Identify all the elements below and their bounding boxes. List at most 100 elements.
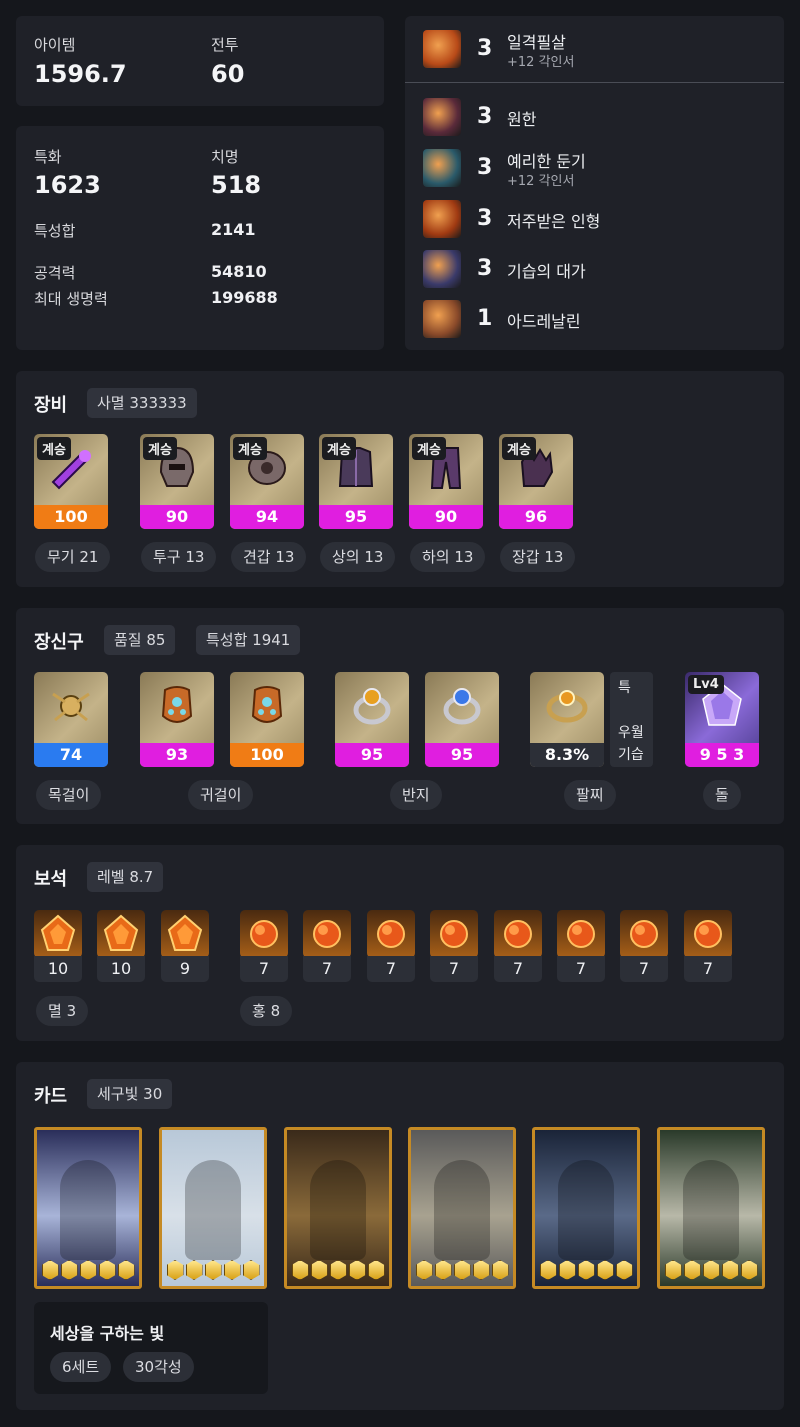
crimson-gem-icon[interactable] — [303, 910, 351, 958]
engraving-level: 3 — [477, 155, 493, 180]
awaken-gem-icon — [204, 1260, 222, 1280]
engraving-level: 3 — [477, 36, 493, 61]
accessory-slot-5[interactable]: 8.3% — [530, 672, 604, 767]
annihilation-gem-icon[interactable] — [34, 910, 82, 958]
combat-stats-card: 특화 1623 치명 518 특성합 2141 공격력 54810 최대 생명력… — [16, 126, 384, 350]
attack-value: 54810 — [211, 262, 267, 281]
equipment-slot-3[interactable]: 계승 95 — [319, 434, 393, 529]
bracelet-tag-ambush: 기습 — [618, 747, 644, 763]
equipment-slot-1[interactable]: 계승 90 — [140, 434, 214, 529]
earring-icon — [151, 680, 203, 736]
engraving-name: 아드레날린 — [507, 312, 581, 331]
crimson-gem-icon[interactable] — [557, 910, 605, 958]
engraving-book: +12 각인서 — [507, 174, 575, 189]
awaken-gem-icon — [348, 1260, 366, 1280]
succession-tag: 계승 — [322, 437, 356, 460]
accessory-slot-3[interactable]: 95 — [335, 672, 409, 767]
ring-icon — [346, 680, 398, 736]
card-portrait — [558, 1160, 614, 1260]
gem-level: 7 — [240, 956, 288, 982]
adrenaline-engraving-icon — [423, 300, 461, 338]
equipment-label: 투구 13 — [141, 542, 217, 572]
crimson-gem-icon[interactable] — [430, 910, 478, 958]
crimson-gem-icon[interactable] — [620, 910, 668, 958]
succession-tag: 계승 — [37, 437, 71, 460]
crimson-gem-icon[interactable] — [684, 910, 732, 958]
awaken-gem-icon — [596, 1260, 614, 1280]
crimson-gem-icon[interactable] — [494, 910, 542, 958]
crit-label: 치명 — [211, 148, 239, 166]
engraving-level: 3 — [477, 256, 493, 281]
ability-stone-level: Lv4 — [688, 675, 724, 694]
engraving-level: 1 — [477, 306, 493, 331]
awaken-gem-icon — [577, 1260, 595, 1280]
accessory-quality: 100 — [230, 743, 304, 767]
stone-label: 돌 — [703, 780, 741, 810]
card-portrait — [60, 1160, 116, 1260]
keen-blunt-engraving-icon — [423, 149, 461, 187]
accessory-quality: 95 — [335, 743, 409, 767]
engravings-card: 3 일격필살 +12 각인서 3 원한 3 예리한 둔기 +12 각인서 3 저주받은 인형 3 기습… — [405, 16, 784, 350]
bracelet-icon — [541, 680, 593, 736]
ability-stone-tile[interactable]: Lv4 9 5 3 — [685, 672, 759, 767]
ability-stone-value: 9 5 3 — [685, 743, 759, 767]
awaken-gem-icon — [79, 1260, 97, 1280]
card-thirain[interactable] — [284, 1127, 392, 1289]
bracelet-tag-special: 특 — [618, 680, 631, 696]
card-ninave[interactable] — [657, 1127, 765, 1289]
equipment-slot-2[interactable]: 계승 94 — [230, 434, 304, 529]
awaken-gem-icon — [185, 1260, 203, 1280]
annihilation-gem-icon[interactable] — [161, 910, 209, 958]
awaken-gem-icon — [434, 1260, 452, 1280]
grudge-engraving-icon — [423, 98, 461, 136]
engraving-name: 저주받은 인형 — [507, 212, 601, 231]
accessory-quality: 8.3% — [530, 743, 604, 767]
awaken-gem-icon — [702, 1260, 720, 1280]
awaken-gem-icon — [721, 1260, 739, 1280]
battle-level-label: 전투 — [211, 36, 239, 54]
equipment-slot-0[interactable]: 계승 100 — [34, 434, 108, 529]
card-balthorr[interactable] — [408, 1127, 516, 1289]
cards-title: 카드 — [34, 1086, 68, 1107]
accessory-slot-2[interactable]: 100 — [230, 672, 304, 767]
awaken-gem-icon — [740, 1260, 758, 1280]
accessory-slot-1[interactable]: 93 — [140, 672, 214, 767]
card-azena-inanna[interactable] — [34, 1127, 142, 1289]
equipment-title: 장비 — [34, 395, 68, 416]
card-set-count: 6세트 — [50, 1352, 112, 1382]
awaken-gem-icon — [166, 1260, 184, 1280]
card-awaken-gems — [37, 1260, 139, 1280]
equipment-label: 하의 13 — [410, 542, 486, 572]
equipment-label: 견갑 13 — [231, 542, 307, 572]
equipment-label: 장갑 13 — [500, 542, 576, 572]
awaken-gem-icon — [98, 1260, 116, 1280]
max-hp-label: 최대 생명력 — [34, 290, 108, 308]
strike-engraving-icon — [423, 30, 461, 68]
engraving-name: 예리한 둔기 — [507, 152, 586, 171]
gem-level-badge: 레벨 8.7 — [87, 862, 164, 892]
ring-icon — [436, 680, 488, 736]
card-portrait — [434, 1160, 490, 1260]
stat-sum-label: 특성합 — [34, 222, 76, 240]
annihilation-gem-icon[interactable] — [97, 910, 145, 958]
gem-level: 7 — [430, 956, 478, 982]
equipment-card: 장비 사멸 333333 계승 100 무기 21 계승 90 투구 13 계승 94 견갑 1… — [16, 371, 784, 587]
gem-level: 9 — [161, 956, 209, 982]
crimson-gem-icon[interactable] — [367, 910, 415, 958]
gem-level: 7 — [303, 956, 351, 982]
max-hp-value: 199688 — [211, 288, 278, 307]
cursed-doll-engraving-icon — [423, 200, 461, 238]
card-shandi[interactable] — [532, 1127, 640, 1289]
accessory-slot-4[interactable]: 95 — [425, 672, 499, 767]
equipment-slot-4[interactable]: 계승 90 — [409, 434, 483, 529]
card-kadan[interactable] — [159, 1127, 267, 1289]
crimson-gem-icon[interactable] — [240, 910, 288, 958]
equipment-slot-5[interactable]: 계승 96 — [499, 434, 573, 529]
accessory-slot-0[interactable]: 74 — [34, 672, 108, 767]
awaken-gem-icon — [683, 1260, 701, 1280]
engraving-level: 3 — [477, 206, 493, 231]
bracelet-label: 팔찌 — [564, 780, 616, 810]
accessory-quality: 93 — [140, 743, 214, 767]
gems-title: 보석 — [34, 869, 68, 890]
awaken-gem-icon — [223, 1260, 241, 1280]
